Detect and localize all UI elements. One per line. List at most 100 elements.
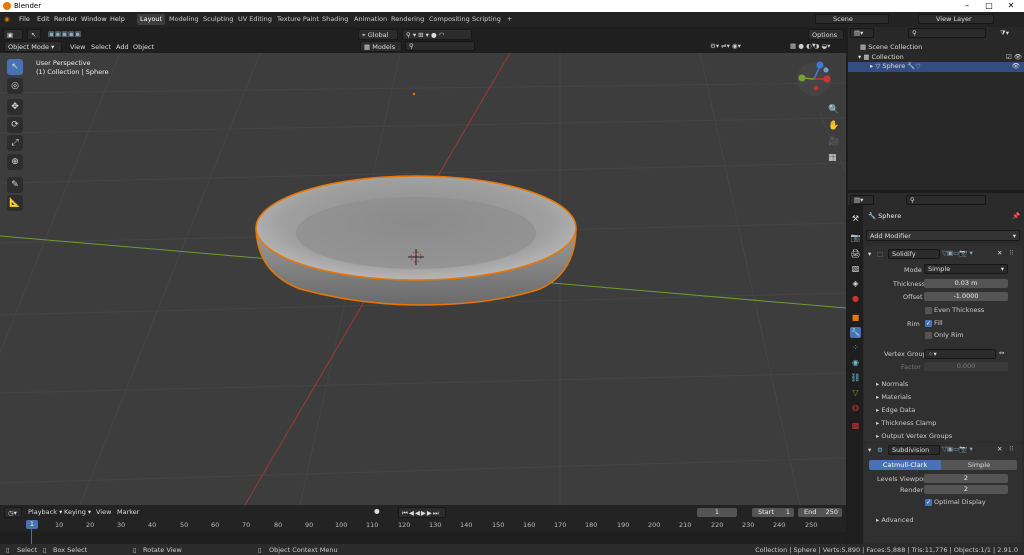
object-tab-icon[interactable]: ■: [850, 312, 861, 323]
menu-view[interactable]: View: [96, 508, 111, 516]
outliner-editor-type-icon[interactable]: ▤▾: [850, 28, 874, 38]
menu-marker[interactable]: Marker: [117, 508, 139, 516]
output-vertex-groups-subpanel[interactable]: ▸ Output Vertex Groups: [876, 432, 952, 440]
annotate-tool-icon[interactable]: ✎: [7, 177, 23, 193]
modifier-display-icons[interactable]: ▽▣▭📷 ▾: [942, 445, 973, 453]
simple-button[interactable]: Simple: [941, 460, 1017, 470]
render-tab-icon[interactable]: 📷: [850, 232, 861, 243]
particles-tab-icon[interactable]: ⁘: [850, 342, 861, 353]
modifier-name-field[interactable]: Subdivision: [888, 445, 940, 455]
scale-tool-icon[interactable]: ⤢: [7, 135, 23, 151]
timeline-editor-type-icon[interactable]: ◷▾: [4, 507, 22, 518]
tab-layout[interactable]: Layout: [137, 14, 166, 25]
physics-tab-icon[interactable]: ◉: [850, 357, 861, 368]
playhead-frame[interactable]: 1: [26, 520, 38, 529]
constraints-tab-icon[interactable]: ⛓: [850, 372, 861, 383]
offset-field[interactable]: -1.0000: [924, 292, 1008, 301]
move-tool-icon[interactable]: ✥: [7, 99, 23, 115]
view-layer-selector[interactable]: View Layer: [918, 14, 994, 24]
scene-tab-icon[interactable]: ◈: [850, 278, 861, 289]
menu-keying[interactable]: Keying ▾: [64, 508, 91, 516]
optimal-display-checkbox[interactable]: ✓: [925, 499, 932, 506]
properties-editor-type-icon[interactable]: ▤▾: [850, 195, 874, 205]
modifier-tab-icon[interactable]: 🔧: [850, 327, 861, 338]
options-dropdown[interactable]: Options ▾: [808, 29, 844, 49]
only-rim-checkbox[interactable]: [925, 332, 932, 339]
tab-modeling[interactable]: Modeling: [166, 14, 202, 25]
3d-viewport[interactable]: User Perspective (1) Collection | Sphere…: [0, 53, 846, 505]
eye-icon[interactable]: 👁: [1012, 62, 1020, 70]
tool-tab-icon[interactable]: ⚒: [850, 213, 861, 224]
tab-animation[interactable]: Animation: [351, 14, 390, 25]
viewport-gizmo-icons[interactable]: ⚙▾ ⇌▾ ◉▾: [710, 42, 741, 50]
minimize-icon[interactable]: –: [956, 0, 978, 12]
outliner-sphere[interactable]: ▸ ▽ Sphere 🔧▽ 👁: [848, 62, 1024, 72]
modifier-name-field[interactable]: Solidify: [888, 249, 940, 259]
viewport-scene[interactable]: [0, 53, 846, 505]
select-box-tool-icon[interactable]: ↖: [7, 59, 23, 75]
snapping-controls[interactable]: ⚲ ▾ ⊞ ▾ ● ◠: [402, 29, 472, 40]
catmull-clark-button[interactable]: Catmull-Clark: [869, 460, 941, 470]
select-tool-icon[interactable]: ↖: [27, 29, 41, 40]
blender-menu-icon[interactable]: ◉: [4, 15, 10, 23]
data-tab-icon[interactable]: ▽: [850, 387, 861, 398]
tab-shading[interactable]: Shading: [319, 14, 351, 25]
menu-object[interactable]: Object: [133, 43, 154, 51]
levels-viewport-field[interactable]: 2: [924, 474, 1008, 483]
start-frame-field[interactable]: Start 1: [752, 508, 794, 517]
cursor-tool-icon[interactable]: ◎: [7, 78, 23, 94]
record-icon[interactable]: ●: [374, 507, 380, 515]
search-field[interactable]: ⚲: [405, 41, 475, 51]
menu-help[interactable]: Help: [110, 15, 125, 23]
collection-dropdown[interactable]: ▦ Models: [360, 41, 402, 52]
view-layer-tab-icon[interactable]: ▧: [850, 263, 861, 274]
menu-playback[interactable]: Playback ▾: [28, 508, 62, 516]
close-icon[interactable]: ✕: [1000, 0, 1022, 12]
tab-rendering[interactable]: Rendering: [388, 14, 427, 25]
factor-field[interactable]: 0.000: [924, 362, 1008, 371]
menu-file[interactable]: File: [19, 15, 30, 23]
tab-texture-paint[interactable]: Texture Paint: [274, 14, 322, 25]
advanced-subpanel[interactable]: ▸ Advanced: [876, 516, 913, 524]
texture-tab-icon[interactable]: ▩: [850, 420, 861, 431]
scene-selector[interactable]: Scene: [815, 14, 889, 24]
select-mode-icons[interactable]: ▣▣▣▣▣: [48, 30, 81, 38]
camera-view-icon[interactable]: 🎥: [828, 137, 839, 147]
playback-controls[interactable]: ⏮◀◀▶▶⏭: [398, 507, 446, 518]
fill-checkbox[interactable]: ✓: [925, 320, 932, 327]
tab-sculpting[interactable]: Sculpting: [200, 14, 236, 25]
vertex-group-field[interactable]: ⁘▾: [924, 349, 996, 359]
pan-hand-icon[interactable]: ✋: [828, 121, 839, 131]
menu-render[interactable]: Render: [54, 15, 77, 23]
menu-window[interactable]: Window: [81, 15, 107, 23]
thickness-clamp-subpanel[interactable]: ▸ Thickness Clamp: [876, 419, 936, 427]
outliner-search-field[interactable]: ⚲: [908, 28, 986, 38]
even-thickness-checkbox[interactable]: [925, 307, 932, 314]
drag-handle-icon[interactable]: ⠿: [1009, 445, 1014, 453]
perspective-grid-icon[interactable]: ▦: [828, 153, 837, 163]
remove-modifier-icon[interactable]: ✕: [997, 445, 1002, 453]
normals-subpanel[interactable]: ▸ Normals: [876, 380, 908, 388]
measure-tool-icon[interactable]: 📐: [7, 195, 23, 211]
menu-edit[interactable]: Edit: [37, 15, 50, 23]
rotate-tool-icon[interactable]: ⟳: [7, 117, 23, 133]
menu-select[interactable]: Select: [91, 43, 111, 51]
drag-handle-icon[interactable]: ⠿: [1009, 249, 1014, 257]
remove-modifier-icon[interactable]: ✕: [997, 249, 1002, 257]
editor-type-icon[interactable]: ▣: [3, 29, 23, 40]
material-tab-icon[interactable]: ◍: [850, 402, 861, 413]
current-frame-field[interactable]: 1: [697, 508, 737, 517]
navigation-gizmo[interactable]: [797, 61, 831, 97]
menu-view[interactable]: View: [70, 43, 85, 51]
mode-dropdown[interactable]: Simple ▾: [924, 264, 1008, 274]
properties-search-field[interactable]: ⚲: [906, 195, 986, 205]
collapse-icon[interactable]: ▾: [868, 250, 871, 258]
transform-tool-icon[interactable]: ⊕: [7, 154, 23, 170]
output-tab-icon[interactable]: 🖨: [850, 248, 861, 259]
filter-icon[interactable]: ⧩▾: [1000, 29, 1009, 38]
add-modifier-dropdown[interactable]: Add Modifier ▾: [866, 230, 1020, 241]
tab-scripting[interactable]: Scripting: [469, 14, 504, 25]
visibility-icons[interactable]: ☑ 👁: [1006, 53, 1022, 61]
object-mode-dropdown[interactable]: Object Mode ▾: [4, 41, 62, 52]
edge-data-subpanel[interactable]: ▸ Edge Data: [876, 406, 915, 414]
